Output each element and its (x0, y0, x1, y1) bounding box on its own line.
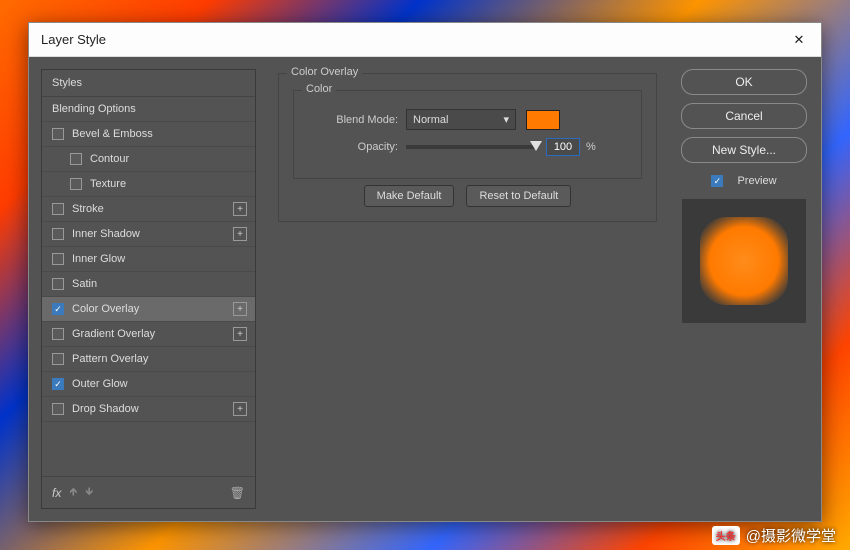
move-down-icon[interactable]: 🡻 (85, 483, 93, 502)
style-item-label: Satin (72, 278, 97, 290)
add-effect-icon[interactable]: + (233, 227, 247, 241)
style-item-pattern-overlay[interactable]: Pattern Overlay (42, 347, 255, 372)
layer-style-dialog: Layer Style ✕ Styles Blending Options Be… (28, 22, 822, 522)
color-overlay-group: Color Overlay Color Blend Mode: Normal ▾… (278, 73, 657, 222)
style-item-outer-glow[interactable]: Outer Glow (42, 372, 255, 397)
style-checkbox[interactable] (52, 303, 64, 315)
blend-mode-label: Blend Mode: (308, 114, 398, 126)
new-style-button[interactable]: New Style... (681, 137, 807, 163)
opacity-slider[interactable] (406, 145, 536, 149)
close-icon[interactable]: ✕ (789, 32, 809, 48)
blend-mode-select[interactable]: Normal ▾ (406, 109, 516, 130)
group-title: Color Overlay (287, 66, 362, 78)
style-item-label: Contour (90, 153, 129, 165)
style-item-label: Outer Glow (72, 378, 128, 390)
trash-icon[interactable]: 🗑 (230, 486, 245, 500)
watermark-text: @摄影微学堂 (746, 525, 836, 546)
style-item-label: Stroke (72, 203, 104, 215)
style-item-label: Pattern Overlay (72, 353, 148, 365)
slider-thumb-icon[interactable] (530, 141, 542, 151)
style-item-gradient-overlay[interactable]: Gradient Overlay + (42, 322, 255, 347)
style-item-contour[interactable]: Contour (42, 147, 255, 172)
make-default-button[interactable]: Make Default (364, 185, 455, 207)
style-checkbox[interactable] (52, 253, 64, 265)
style-item-label: Bevel & Emboss (72, 128, 153, 140)
color-swatch[interactable] (526, 110, 560, 130)
opacity-input[interactable]: 100 (546, 138, 580, 156)
style-item-drop-shadow[interactable]: Drop Shadow + (42, 397, 255, 422)
add-effect-icon[interactable]: + (233, 302, 247, 316)
opacity-row: Opacity: 100 % (308, 138, 627, 156)
style-item-bevel-emboss[interactable]: Bevel & Emboss (42, 122, 255, 147)
opacity-label: Opacity: (308, 141, 398, 153)
style-checkbox[interactable] (52, 378, 64, 390)
style-item-inner-glow[interactable]: Inner Glow (42, 247, 255, 272)
chevron-down-icon: ▾ (503, 113, 509, 126)
preview-label: Preview (737, 175, 776, 187)
window-title: Layer Style (41, 32, 106, 47)
style-checkbox[interactable] (52, 403, 64, 415)
style-checkbox[interactable] (70, 178, 82, 190)
style-checkbox[interactable] (52, 203, 64, 215)
preview-blob-icon (700, 217, 788, 305)
style-item-label: Color Overlay (72, 303, 139, 315)
style-item-label: Drop Shadow (72, 403, 139, 415)
add-effect-icon[interactable]: + (233, 327, 247, 341)
dialog-body: Styles Blending Options Bevel & Emboss Co… (29, 57, 821, 521)
style-item-inner-shadow[interactable]: Inner Shadow + (42, 222, 255, 247)
preview-checkbox[interactable] (711, 175, 723, 187)
blend-mode-row: Blend Mode: Normal ▾ (308, 109, 627, 130)
add-effect-icon[interactable]: + (233, 402, 247, 416)
fx-icon[interactable]: fx (52, 486, 61, 500)
cancel-button[interactable]: Cancel (681, 103, 807, 129)
style-item-label: Gradient Overlay (72, 328, 155, 340)
style-checkbox[interactable] (52, 353, 64, 365)
style-item-color-overlay[interactable]: Color Overlay + (42, 297, 255, 322)
style-checkbox[interactable] (52, 128, 64, 140)
ok-button[interactable]: OK (681, 69, 807, 95)
style-checkbox[interactable] (52, 278, 64, 290)
blending-options[interactable]: Blending Options (42, 97, 255, 122)
titlebar: Layer Style ✕ (29, 23, 821, 57)
settings-panel: Color Overlay Color Blend Mode: Normal ▾… (268, 69, 667, 509)
preview-row: Preview (711, 175, 776, 187)
styles-footer: fx 🡹 🡻 🗑 (42, 476, 255, 508)
add-effect-icon[interactable]: + (233, 202, 247, 216)
styles-panel: Styles Blending Options Bevel & Emboss Co… (41, 69, 256, 509)
preview-thumbnail (682, 199, 806, 323)
style-checkbox[interactable] (70, 153, 82, 165)
reset-default-button[interactable]: Reset to Default (466, 185, 571, 207)
style-item-satin[interactable]: Satin (42, 272, 255, 297)
styles-header[interactable]: Styles (42, 70, 255, 97)
style-item-label: Texture (90, 178, 126, 190)
style-item-stroke[interactable]: Stroke + (42, 197, 255, 222)
color-subgroup: Color Blend Mode: Normal ▾ Opacity: 100 (293, 90, 642, 179)
style-checkbox[interactable] (52, 328, 64, 340)
style-checkbox[interactable] (52, 228, 64, 240)
action-panel: OK Cancel New Style... Preview (679, 69, 809, 509)
style-item-label: Inner Glow (72, 253, 125, 265)
move-up-icon[interactable]: 🡹 (69, 483, 77, 502)
style-item-label: Inner Shadow (72, 228, 140, 240)
default-buttons: Make Default Reset to Default (293, 185, 642, 207)
opacity-unit: % (586, 141, 596, 153)
watermark-badge: 头条 (712, 526, 740, 545)
blend-mode-value: Normal (413, 114, 448, 126)
style-item-texture[interactable]: Texture (42, 172, 255, 197)
watermark: 头条 @摄影微学堂 (712, 525, 836, 546)
color-subgroup-title: Color (302, 83, 336, 95)
